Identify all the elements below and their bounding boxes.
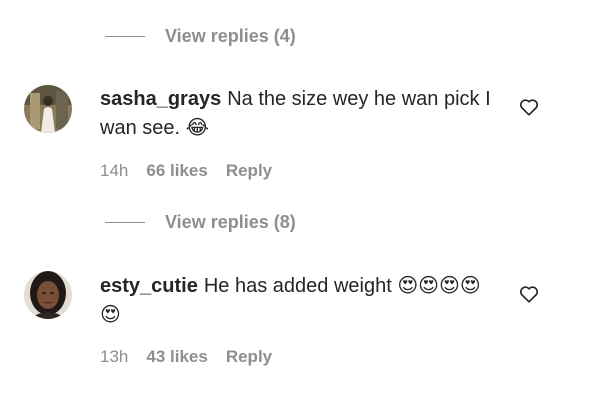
comment-text: sasha_grays Na the size wey he wan pick I…: [100, 85, 500, 142]
comment-meta: 13h 43 likes Reply: [100, 347, 272, 367]
heart-icon[interactable]: [518, 96, 540, 118]
comment-username[interactable]: esty_cutie: [100, 275, 198, 297]
heart-icon[interactable]: [518, 283, 540, 305]
view-replies-label: View replies (4): [165, 26, 296, 46]
reply-divider-line: [105, 36, 145, 37]
avatar[interactable]: [24, 271, 72, 319]
reply-divider-line: [105, 222, 145, 223]
view-replies-label: View replies (8): [165, 212, 296, 232]
comment-time: 13h: [100, 347, 129, 366]
reply-button[interactable]: Reply: [226, 161, 272, 181]
view-replies-button[interactable]: View replies (4): [105, 26, 296, 47]
comment-username[interactable]: sasha_grays: [100, 88, 221, 110]
comment-likes[interactable]: 66 likes: [146, 161, 207, 181]
emoji-laughing: 😂: [185, 115, 209, 139]
comment-meta: 14h 66 likes Reply: [100, 161, 272, 181]
reply-button[interactable]: Reply: [226, 347, 272, 367]
comment-body: He has added weight: [203, 275, 392, 297]
comment-text: esty_cutie He has added weight 😍😍😍😍😍: [100, 271, 500, 329]
comment-time: 14h: [100, 161, 129, 180]
view-replies-button[interactable]: View replies (8): [105, 212, 296, 233]
comment-likes[interactable]: 43 likes: [146, 347, 207, 367]
avatar[interactable]: [24, 85, 72, 133]
